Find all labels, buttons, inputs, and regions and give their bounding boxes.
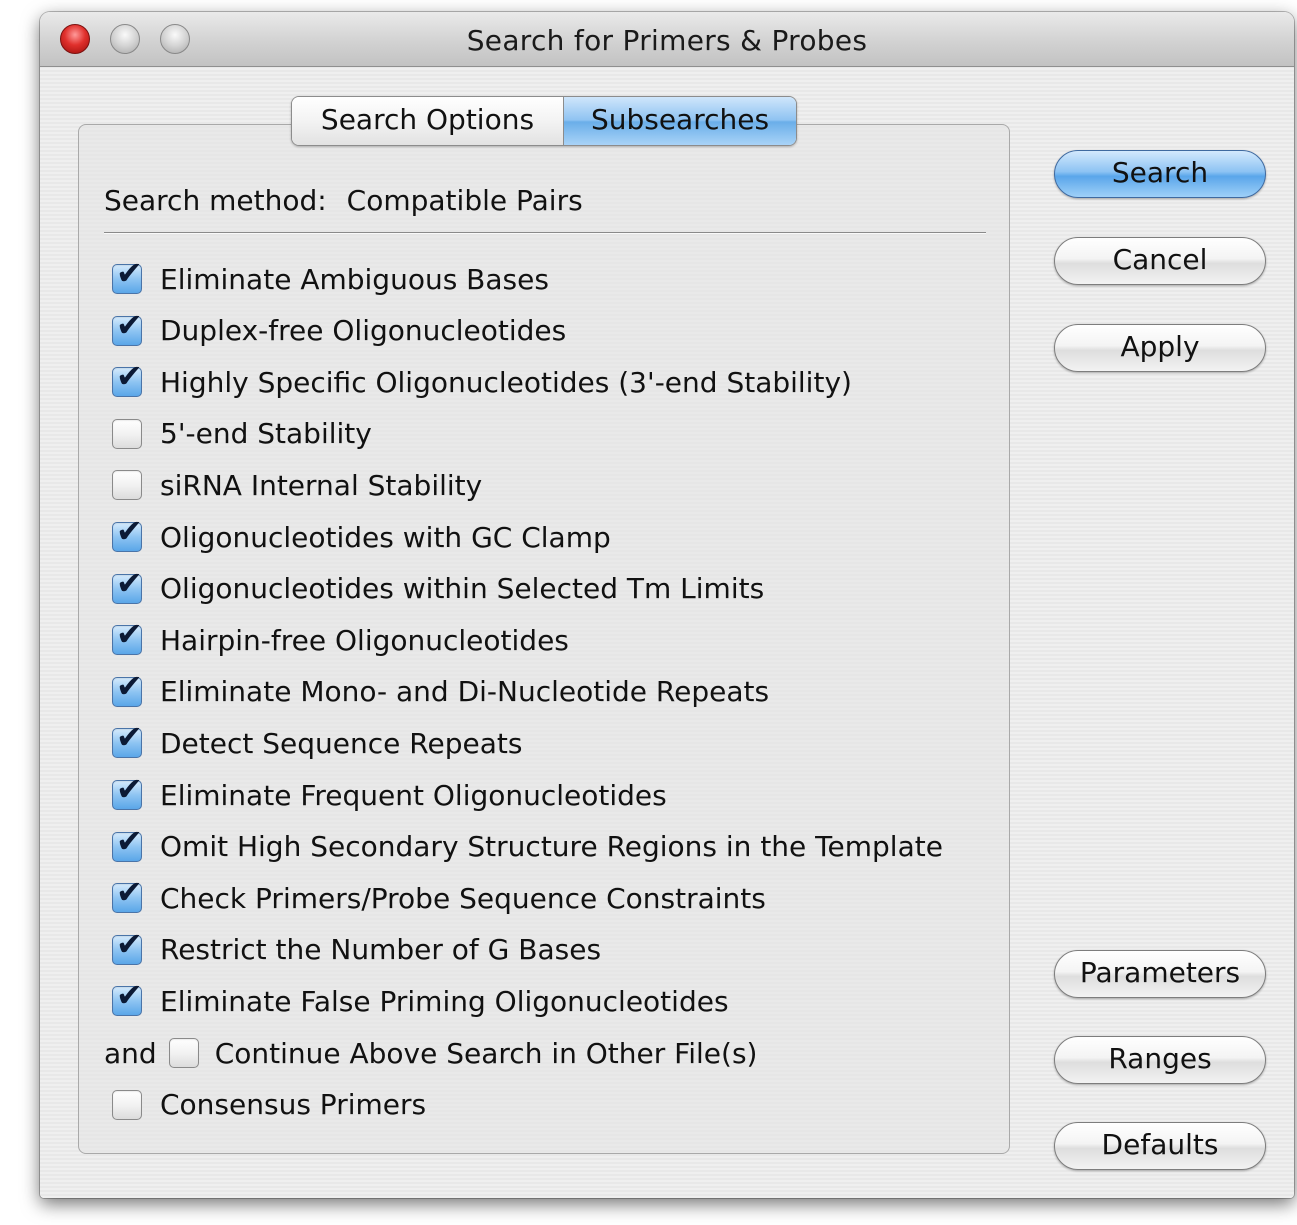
option-checkbox[interactable] bbox=[112, 470, 142, 501]
checkmark-icon: ✔ bbox=[116, 254, 143, 292]
tab-search-options[interactable]: Search Options bbox=[292, 97, 564, 145]
checkmark-icon: ✔ bbox=[116, 770, 143, 808]
defaults-button[interactable]: Defaults bbox=[1054, 1122, 1266, 1170]
search-method-row: Search method: Compatible Pairs bbox=[104, 184, 583, 217]
option-checkbox[interactable]: ✔ bbox=[112, 257, 143, 294]
tab-bar: Search Options Subsearches bbox=[291, 96, 797, 146]
option-checkbox[interactable]: ✔ bbox=[112, 360, 143, 398]
option-label: Omit High Secondary Structure Regions in… bbox=[160, 830, 943, 864]
option-row: siRNA Internal Stability bbox=[112, 465, 482, 505]
option-checkbox[interactable]: ✔ bbox=[112, 928, 143, 965]
continue-search-checkbox[interactable] bbox=[168, 1038, 199, 1068]
checkmark-icon: ✔ bbox=[116, 718, 143, 757]
option-row: ✔ Check Primers/Probe Sequence Constraint… bbox=[112, 876, 766, 918]
checkmark-icon: ✔ bbox=[116, 873, 143, 912]
consensus-primers-checkbox[interactable] bbox=[112, 1089, 142, 1120]
option-checkbox[interactable]: ✔ bbox=[112, 309, 143, 346]
checkmark-icon: ✔ bbox=[116, 666, 143, 705]
option-label: 5'-end Stability bbox=[160, 417, 372, 451]
option-label: Eliminate False Priming Oligonucleotides bbox=[160, 984, 729, 1018]
cancel-button[interactable]: Cancel bbox=[1054, 237, 1266, 285]
option-checkbox[interactable]: ✔ bbox=[112, 876, 143, 914]
tab-subsearches[interactable]: Subsearches bbox=[564, 97, 796, 145]
checkmark-icon: ✔ bbox=[116, 821, 143, 860]
option-label: Highly Specific Oligonucleotides (3'-end… bbox=[160, 365, 852, 399]
search-method-label: Search method: bbox=[104, 184, 327, 217]
option-checkbox[interactable]: ✔ bbox=[112, 721, 143, 759]
option-row: ✔ Omit High Secondary Structure Regions i… bbox=[112, 825, 943, 867]
option-label: Duplex-free Oligonucleotides bbox=[160, 314, 567, 348]
option-label: Hairpin-free Oligonucleotides bbox=[160, 623, 569, 657]
option-checkbox[interactable] bbox=[112, 418, 142, 449]
option-row: ✔ Eliminate False Priming Oligonucleotide… bbox=[112, 979, 729, 1021]
option-label: Eliminate Frequent Oligonucleotides bbox=[160, 778, 667, 812]
option-checkbox[interactable]: ✔ bbox=[112, 515, 143, 552]
checkmark-icon: ✔ bbox=[116, 924, 143, 963]
option-row: ✔ Eliminate Frequent Oligonucleotides bbox=[112, 773, 667, 815]
continue-search-label: Continue Above Search in Other File(s) bbox=[214, 1036, 758, 1070]
option-checkbox[interactable]: ✔ bbox=[112, 618, 143, 656]
consensus-primers-row: Consensus Primers bbox=[112, 1085, 426, 1125]
option-checkbox[interactable]: ✔ bbox=[112, 567, 143, 604]
dialog-window: Search for Primers & Probes Search Optio… bbox=[40, 12, 1294, 1198]
option-row: ✔ Hairpin-free Oligonucleotides bbox=[112, 618, 569, 660]
checkmark-icon: ✔ bbox=[116, 615, 143, 654]
window-title: Search for Primers & Probes bbox=[466, 24, 868, 57]
title-bar[interactable]: Search for Primers & Probes bbox=[40, 12, 1294, 67]
option-row: ✔ Eliminate Mono- and Di-Nucleotide Repea… bbox=[112, 670, 770, 712]
option-label: Oligonucleotides within Selected Tm Limi… bbox=[160, 572, 765, 606]
parameters-button[interactable]: Parameters bbox=[1054, 950, 1266, 998]
option-label: Check Primers/Probe Sequence Constraints bbox=[160, 881, 766, 915]
apply-button[interactable]: Apply bbox=[1054, 324, 1266, 372]
option-label: Oligonucleotides with GC Clamp bbox=[160, 520, 611, 554]
option-checkbox[interactable]: ✔ bbox=[112, 825, 143, 862]
checkmark-icon: ✔ bbox=[116, 976, 143, 1015]
checkmark-icon: ✔ bbox=[116, 357, 143, 396]
and-label: and bbox=[104, 1036, 157, 1070]
option-checkbox[interactable]: ✔ bbox=[112, 670, 143, 707]
option-label: Restrict the Number of G Bases bbox=[160, 933, 602, 967]
option-row: 5'-end Stability bbox=[112, 414, 372, 454]
option-label: Detect Sequence Repeats bbox=[160, 726, 523, 760]
option-label: siRNA Internal Stability bbox=[160, 468, 483, 502]
option-label: Eliminate Mono- and Di-Nucleotide Repeat… bbox=[160, 675, 770, 709]
checkmark-icon: ✔ bbox=[116, 305, 143, 344]
search-button[interactable]: Search bbox=[1054, 150, 1266, 198]
checkmark-icon: ✔ bbox=[116, 563, 143, 602]
option-row: ✔ Duplex-free Oligonucleotides bbox=[112, 309, 567, 351]
option-label: Eliminate Ambiguous Bases bbox=[160, 262, 549, 296]
search-method-value: Compatible Pairs bbox=[346, 184, 583, 217]
option-row: ✔ Restrict the Number of G Bases bbox=[112, 928, 602, 970]
ranges-button[interactable]: Ranges bbox=[1054, 1036, 1266, 1084]
option-row: ✔ Oligonucleotides within Selected Tm Lim… bbox=[112, 567, 765, 609]
option-checkbox[interactable]: ✔ bbox=[112, 979, 143, 1017]
option-row: ✔ Detect Sequence Repeats bbox=[112, 721, 523, 763]
checkmark-icon: ✔ bbox=[116, 512, 143, 550]
continue-search-row: and Continue Above Search in Other File(… bbox=[104, 1033, 757, 1073]
option-row: ✔ Highly Specific Oligonucleotides (3'-en… bbox=[112, 360, 852, 402]
option-checkbox[interactable]: ✔ bbox=[112, 773, 143, 810]
option-row: ✔ Oligonucleotides with GC Clamp bbox=[112, 515, 611, 557]
separator-line bbox=[104, 232, 986, 234]
consensus-primers-label: Consensus Primers bbox=[160, 1088, 427, 1122]
option-row: ✔ Eliminate Ambiguous Bases bbox=[112, 257, 549, 299]
